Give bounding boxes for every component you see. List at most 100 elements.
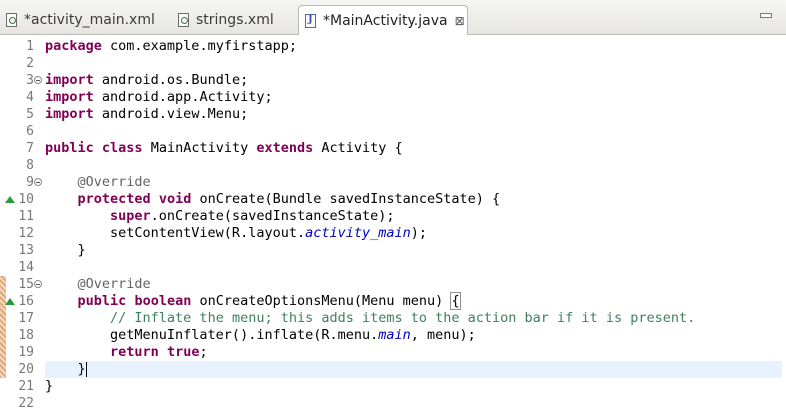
- code-text[interactable]: super.onCreate(savedInstanceState);: [45, 208, 782, 225]
- minimize-icon[interactable]: [760, 13, 772, 18]
- code-line[interactable]: 4 import android.app.Activity;: [0, 89, 786, 106]
- override-triangle-icon: [5, 196, 15, 203]
- code-line[interactable]: 3 import android.os.Bundle;: [0, 72, 786, 89]
- code-text[interactable]: [45, 157, 782, 174]
- code-text[interactable]: import android.app.Activity;: [45, 89, 782, 106]
- change-marker: [0, 276, 6, 293]
- line-number: 5: [26, 107, 34, 122]
- code-line[interactable]: 10 protected void onCreate(Bundle savedI…: [0, 191, 786, 208]
- code-text[interactable]: }: [45, 361, 782, 378]
- code-line[interactable]: 19 return true;: [0, 344, 786, 361]
- code-text[interactable]: [45, 55, 782, 72]
- collapse-fold-icon[interactable]: [33, 174, 43, 191]
- code-text[interactable]: import android.os.Bundle;: [45, 72, 782, 89]
- java-file-icon: [305, 14, 316, 28]
- line-number: 14: [18, 260, 34, 275]
- code-line[interactable]: 16 public boolean onCreateOptionsMenu(Me…: [0, 292, 786, 310]
- code-token: true: [166, 344, 200, 360]
- code-text[interactable]: [45, 123, 782, 140]
- code-text[interactable]: @Override: [45, 276, 782, 293]
- code-line[interactable]: 15 @Override: [0, 276, 786, 293]
- code-line[interactable]: 1 package com.example.myfirstapp;: [0, 38, 786, 55]
- code-text[interactable]: return true;: [45, 344, 782, 361]
- code-text[interactable]: import android.view.Menu;: [45, 106, 782, 123]
- tab-main-activity-java[interactable]: *MainActivity.java ⊠: [298, 5, 468, 36]
- code-token: , menu);: [410, 327, 476, 343]
- line-number: 21: [18, 379, 34, 394]
- line-number: 3: [26, 73, 34, 88]
- code-line[interactable]: 11 super.onCreate(savedInstanceState);: [0, 208, 786, 225]
- code-line[interactable]: 2: [0, 55, 786, 72]
- collapse-fold-icon[interactable]: [33, 276, 43, 293]
- code-line[interactable]: 6: [0, 123, 786, 140]
- ruler: [0, 157, 6, 174]
- code-line[interactable]: 22: [0, 395, 786, 412]
- code-line[interactable]: 13 }: [0, 242, 786, 259]
- code-token: com.example.myfirstapp;: [101, 38, 297, 54]
- code-token: protected: [77, 191, 151, 207]
- code-token: getMenuInflater().inflate(R.menu.: [45, 327, 379, 343]
- code-text[interactable]: getMenuInflater().inflate(R.menu.main, m…: [45, 327, 782, 344]
- code-text[interactable]: }: [45, 242, 782, 259]
- line-number: 2: [26, 56, 34, 71]
- code-text[interactable]: @Override: [45, 174, 782, 191]
- code-editor[interactable]: 1 package com.example.myfirstapp; 2 3 import…: [0, 35, 786, 415]
- code-token: public: [77, 293, 127, 309]
- override-triangle-icon: [5, 298, 15, 305]
- code-token: setContentView(R.layout.: [45, 225, 306, 241]
- ruler: [0, 55, 6, 72]
- code-line[interactable]: 9 @Override: [0, 174, 786, 191]
- code-text[interactable]: [45, 259, 782, 276]
- code-line[interactable]: 18 getMenuInflater().inflate(R.menu.main…: [0, 327, 786, 344]
- ruler: [0, 242, 6, 259]
- code-line[interactable]: 8: [0, 157, 786, 174]
- code-line[interactable]: 17 // Inflate the menu; this adds items …: [0, 310, 786, 327]
- code-token: // Inflate the menu; this adds items to …: [110, 310, 696, 326]
- code-token: onCreateOptionsMenu(Menu menu): [191, 293, 452, 309]
- collapse-fold-icon[interactable]: [33, 72, 43, 89]
- code-text[interactable]: public boolean onCreateOptionsMenu(Menu …: [45, 292, 782, 310]
- code-line[interactable]: 5 import android.view.Menu;: [0, 106, 786, 123]
- code-line[interactable]: 7 public class MainActivity extends Activ…: [0, 140, 786, 157]
- code-token: {: [450, 292, 461, 310]
- tab-label: *activity_main.xml: [24, 12, 155, 28]
- line-number: 11: [18, 209, 34, 224]
- ruler: [0, 123, 6, 140]
- ruler: [0, 106, 6, 123]
- ruler: [0, 72, 6, 89]
- line-number: 19: [18, 345, 34, 360]
- editor-tab-bar: *activity_main.xml strings.xml *MainActi…: [0, 0, 786, 36]
- code-line[interactable]: 21}: [0, 378, 786, 395]
- code-token: }: [45, 378, 54, 394]
- code-text[interactable]: setContentView(R.layout.activity_main);: [45, 225, 782, 242]
- code-line[interactable]: 20 }: [0, 361, 786, 378]
- code-line[interactable]: 12 setContentView(R.layout.activity_main…: [0, 225, 786, 242]
- code-line[interactable]: 14: [0, 259, 786, 276]
- line-number: 1: [26, 39, 34, 54]
- code-text[interactable]: protected void onCreate(Bundle savedInst…: [45, 191, 782, 208]
- line-number: 22: [18, 396, 34, 411]
- ruler: [0, 378, 6, 395]
- ruler: [0, 174, 6, 191]
- code-text[interactable]: public class MainActivity extends Activi…: [45, 140, 782, 157]
- line-number: 7: [26, 141, 34, 156]
- tab-label: *MainActivity.java: [323, 13, 448, 29]
- tab-strings-xml[interactable]: strings.xml: [172, 5, 292, 35]
- code-token: extends: [256, 140, 314, 156]
- line-number: 12: [18, 226, 34, 241]
- tab-activity-main-xml[interactable]: *activity_main.xml: [0, 5, 164, 35]
- close-tab-icon[interactable]: ⊠: [455, 14, 465, 28]
- code-token: boolean: [134, 293, 192, 309]
- code-text[interactable]: package com.example.myfirstapp;: [45, 38, 782, 55]
- code-text[interactable]: [45, 395, 782, 412]
- line-number: 17: [18, 311, 34, 326]
- code-text[interactable]: }: [45, 378, 782, 395]
- code-text[interactable]: // Inflate the menu; this adds items to …: [45, 310, 782, 327]
- tab-label: strings.xml: [196, 12, 274, 28]
